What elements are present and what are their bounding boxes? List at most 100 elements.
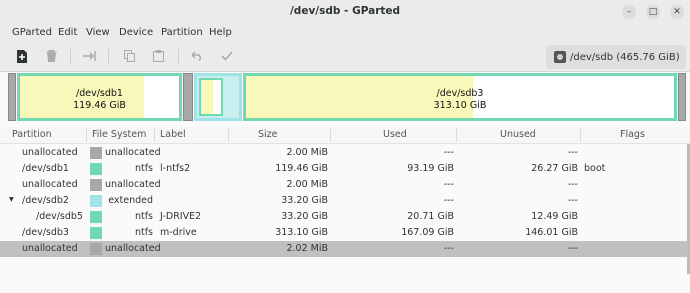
- row-size: 2.00 MiB: [286, 147, 328, 158]
- row-partition: unallocated: [22, 243, 78, 254]
- row-size: 33.20 GiB: [281, 211, 328, 222]
- table-row-selected[interactable]: unallocated unallocated 2.02 MiB --- ---: [0, 241, 690, 257]
- diskmap-sdb3-name: /dev/sdb3: [436, 88, 484, 99]
- table-row[interactable]: unallocated unallocated 2.00 MiB --- ---: [0, 177, 690, 193]
- title-bar: /dev/sdb - GParted – □ ✕: [0, 0, 690, 24]
- row-used: ---: [443, 195, 454, 206]
- new-icon: [17, 49, 27, 63]
- row-partition: unallocated: [22, 179, 78, 190]
- diskmap-sdb5-used: [201, 80, 214, 114]
- row-unused: 146.01 GiB: [525, 227, 578, 238]
- harddisk-icon: [554, 51, 566, 63]
- paste-icon: [152, 50, 164, 62]
- toolbar-separator: [70, 49, 71, 64]
- filesystem-color-swatch: [90, 243, 102, 255]
- diskmap-unallocated-2[interactable]: [183, 73, 193, 121]
- row-used: ---: [443, 147, 454, 158]
- filesystem-color-swatch: [90, 163, 102, 175]
- row-label: J-DRIVE2: [160, 211, 202, 222]
- close-button[interactable]: ✕: [670, 5, 684, 19]
- table-row[interactable]: ▾ /dev/sdb2 extended 33.20 GiB --- ---: [0, 193, 690, 209]
- table-row[interactable]: /dev/sdb5 ntfs J-DRIVE2 33.20 GiB 20.71 …: [0, 209, 690, 225]
- row-filesystem: ntfs: [134, 163, 153, 174]
- resize-move-icon: [83, 51, 96, 61]
- row-label: m-drive: [160, 227, 197, 238]
- menu-view[interactable]: View: [86, 27, 110, 38]
- column-flags[interactable]: Flags: [620, 129, 645, 140]
- row-filesystem: extended: [108, 195, 153, 206]
- row-flags: boot: [584, 163, 606, 174]
- filesystem-color-swatch: [90, 179, 102, 191]
- column-file-system[interactable]: File System: [92, 129, 146, 140]
- device-selector-label: /dev/sdb (465.76 GiB): [570, 51, 680, 63]
- filesystem-color-swatch: [90, 147, 102, 159]
- menu-edit[interactable]: Edit: [58, 27, 77, 38]
- menu-partition[interactable]: Partition: [161, 27, 203, 38]
- menu-device[interactable]: Device: [119, 27, 153, 38]
- resize-move-button[interactable]: [82, 48, 98, 64]
- row-filesystem: ntfs: [134, 227, 153, 238]
- column-label[interactable]: Label: [160, 129, 186, 140]
- menu-help[interactable]: Help: [209, 27, 232, 38]
- undo-button[interactable]: [190, 48, 206, 64]
- toolbar-separator: [178, 49, 179, 64]
- copy-icon: [123, 50, 135, 62]
- row-partition: /dev/sdb5: [36, 211, 83, 222]
- row-size: 313.10 GiB: [275, 227, 328, 238]
- new-partition-button[interactable]: [14, 48, 30, 64]
- column-partition[interactable]: Partition: [12, 129, 52, 140]
- copy-button[interactable]: [121, 48, 137, 64]
- row-size: 33.20 GiB: [281, 195, 328, 206]
- row-partition: /dev/sdb1: [22, 163, 69, 174]
- toolbar: /dev/sdb (465.76 GiB): [0, 42, 690, 72]
- row-partition: /dev/sdb3: [22, 227, 69, 238]
- row-used: ---: [443, 179, 454, 190]
- table-row[interactable]: /dev/sdb1 ntfs l-ntfs2 119.46 GiB 93.19 …: [0, 161, 690, 177]
- diskmap-sdb3[interactable]: /dev/sdb3 313.10 GiB: [243, 73, 677, 121]
- apply-button[interactable]: [219, 48, 235, 64]
- row-used: 167.09 GiB: [401, 227, 454, 238]
- row-filesystem: ntfs: [134, 211, 153, 222]
- menu-gparted[interactable]: GParted: [12, 27, 52, 38]
- toolbar-separator: [108, 49, 109, 64]
- diskmap-sdb5[interactable]: [199, 78, 223, 116]
- row-unused: ---: [567, 195, 578, 206]
- row-filesystem: unallocated: [105, 243, 161, 254]
- diskmap-sdb1[interactable]: /dev/sdb1 119.46 GiB: [17, 73, 182, 121]
- row-filesystem: unallocated: [105, 179, 161, 190]
- row-used: 93.19 GiB: [407, 163, 454, 174]
- table-row[interactable]: unallocated unallocated 2.00 MiB --- ---: [0, 145, 690, 161]
- row-partition: unallocated: [22, 147, 78, 158]
- window-title: /dev/sdb - GParted: [289, 5, 401, 17]
- row-unused: 26.27 GiB: [531, 163, 578, 174]
- device-selector[interactable]: /dev/sdb (465.76 GiB): [546, 45, 686, 69]
- apply-icon: [221, 51, 233, 61]
- maximize-button[interactable]: □: [646, 5, 660, 19]
- delete-icon: [45, 50, 57, 62]
- diskmap-sdb1-name: /dev/sdb1: [76, 88, 123, 99]
- filesystem-color-swatch: [90, 195, 102, 207]
- row-used: ---: [443, 243, 454, 254]
- filesystem-color-swatch: [90, 227, 102, 239]
- partition-table-header: Partition File System Label Size Used Un…: [0, 127, 690, 144]
- row-filesystem: unallocated: [105, 147, 161, 158]
- expander-chevron-down-icon[interactable]: ▾: [9, 194, 14, 205]
- diskmap-sdb1-size: 119.46 GiB: [73, 100, 126, 111]
- delete-button[interactable]: [43, 48, 59, 64]
- row-size: 2.00 MiB: [286, 179, 328, 190]
- diskmap-sdb3-size: 313.10 GiB: [433, 100, 487, 111]
- row-unused: 12.49 GiB: [531, 211, 578, 222]
- column-unused[interactable]: Unused: [500, 129, 536, 140]
- table-row[interactable]: /dev/sdb3 ntfs m-drive 313.10 GiB 167.09…: [0, 225, 690, 241]
- filesystem-color-swatch: [90, 211, 102, 223]
- row-unused: ---: [567, 147, 578, 158]
- diskmap-unallocated-3[interactable]: [678, 73, 686, 121]
- column-size[interactable]: Size: [258, 129, 278, 140]
- row-size: 2.02 MiB: [286, 243, 328, 254]
- diskmap-sdb2-extended[interactable]: [194, 73, 242, 121]
- diskmap-unallocated-1[interactable]: [8, 73, 16, 121]
- row-partition: /dev/sdb2: [22, 195, 69, 206]
- column-used[interactable]: Used: [383, 129, 407, 140]
- minimize-button[interactable]: –: [622, 5, 636, 19]
- paste-button[interactable]: [150, 48, 166, 64]
